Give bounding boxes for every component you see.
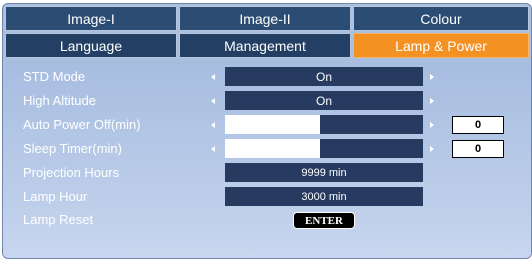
sleep-timer-label: Sleep Timer(min) — [23, 141, 122, 156]
high-altitude-label: High Altitude — [23, 93, 96, 108]
projection-hours-value: 9999 min — [225, 163, 423, 182]
sleep-timer-slider[interactable] — [225, 139, 423, 158]
lamp-reset-enter-button[interactable]: ENTER — [293, 212, 355, 229]
std-mode-label: STD Mode — [23, 69, 86, 84]
auto-power-off-slider[interactable] — [225, 115, 423, 134]
arrow-left-icon[interactable] — [211, 146, 215, 152]
settings-panel: STD Mode On High Altitude On Auto Power … — [3, 62, 531, 258]
sleep-timer-slider-fill — [225, 139, 321, 158]
arrow-left-icon[interactable] — [211, 98, 215, 104]
tab-image-ii[interactable]: Image-II — [179, 6, 351, 31]
std-mode-value[interactable]: On — [225, 67, 423, 86]
tab-lamp-power[interactable]: Lamp & Power — [353, 33, 529, 58]
arrow-left-icon[interactable] — [211, 122, 215, 128]
menu-tabs: Image-I Image-II Colour Language Managem… — [5, 6, 529, 60]
auto-power-off-slider-fill — [225, 115, 321, 134]
arrow-left-icon[interactable] — [211, 74, 215, 80]
projection-hours-label: Projection Hours — [23, 165, 120, 180]
auto-power-off-label: Auto Power Off(min) — [23, 117, 141, 132]
arrow-right-icon[interactable] — [430, 74, 434, 80]
sleep-timer-value: 0 — [452, 140, 504, 158]
high-altitude-value[interactable]: On — [225, 91, 423, 110]
osd-menu: Image-I Image-II Colour Language Managem… — [2, 3, 532, 259]
arrow-right-icon[interactable] — [430, 122, 434, 128]
tab-language[interactable]: Language — [5, 33, 177, 58]
lamp-reset-label: Lamp Reset — [23, 212, 94, 227]
arrow-right-icon[interactable] — [430, 98, 434, 104]
tab-management[interactable]: Management — [179, 33, 351, 58]
lamp-hour-label: Lamp Hour — [23, 189, 88, 204]
arrow-right-icon[interactable] — [430, 146, 434, 152]
tab-colour[interactable]: Colour — [353, 6, 529, 31]
auto-power-off-value: 0 — [452, 116, 504, 134]
lamp-hour-value: 3000 min — [225, 187, 423, 206]
tab-image-i[interactable]: Image-I — [5, 6, 177, 31]
